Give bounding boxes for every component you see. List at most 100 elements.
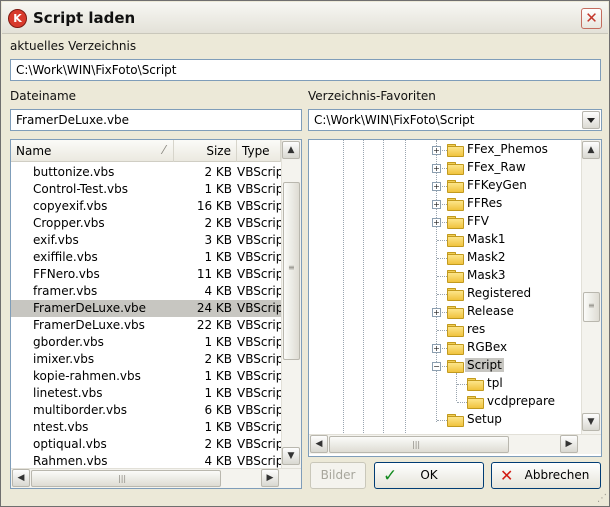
scroll-left-button[interactable]: ◀: [12, 469, 30, 487]
current-dir-field[interactable]: C:\Work\WIN\FixFoto\Script: [10, 59, 601, 81]
tree-item[interactable]: + Release: [309, 303, 581, 321]
collapse-minus-icon[interactable]: −: [432, 362, 441, 371]
file-type-cell: VBScript: [237, 216, 281, 230]
grip-icon: ≡: [288, 263, 295, 272]
file-list-row[interactable]: FramerDeLuxe.vbe 24 KB VBScript: [11, 300, 281, 317]
column-header-name[interactable]: Name ⁄: [11, 140, 174, 162]
file-list-row[interactable]: buttonize.vbs 2 KB VBScript: [11, 164, 281, 181]
file-list-row[interactable]: imixer.vbs 2 KB VBScript: [11, 351, 281, 368]
file-list-row[interactable]: FFNero.vbs 11 KB VBScript: [11, 266, 281, 283]
file-list-row[interactable]: gborder.vbs 1 KB VBScript: [11, 334, 281, 351]
tree-item[interactable]: + RGBex: [309, 339, 581, 357]
tree-item-label: Script: [465, 358, 504, 372]
tree-item[interactable]: + FFV: [309, 213, 581, 231]
tree-item[interactable]: res: [309, 321, 581, 339]
tree-item[interactable]: Registered: [309, 285, 581, 303]
file-list-row[interactable]: linetest.vbs 1 KB VBScript: [11, 385, 281, 402]
file-list-row[interactable]: framer.vbs 4 KB VBScript: [11, 283, 281, 300]
file-name-cell: copyexif.vbs: [33, 199, 108, 213]
expand-plus-icon[interactable]: +: [432, 218, 441, 227]
file-type-cell: VBScript: [237, 403, 281, 417]
column-header-size[interactable]: Size: [174, 140, 237, 162]
file-type-cell: VBScript: [237, 369, 281, 383]
tree-connector-line: [457, 384, 467, 385]
file-list-vertical-scrollbar[interactable]: ▲ ≡ ▼: [281, 140, 301, 468]
resize-grip-icon[interactable]: ⋰: [597, 493, 607, 504]
file-list-row[interactable]: ntest.vbs 1 KB VBScript: [11, 419, 281, 436]
tree-item[interactable]: + FFKeyGen: [309, 177, 581, 195]
tree-item-label: FFex_Raw: [467, 160, 526, 174]
scroll-up-button[interactable]: ▲: [282, 141, 300, 159]
tree-item[interactable]: Mask3: [309, 267, 581, 285]
file-size-cell: 2 KB: [204, 437, 232, 451]
tree-connector-line: [457, 402, 467, 403]
file-size-cell: 1 KB: [204, 386, 232, 400]
file-name-cell: exif.vbs: [33, 233, 79, 247]
close-button[interactable]: ✕: [581, 8, 602, 29]
scroll-left-button[interactable]: ◀: [310, 435, 328, 453]
scroll-right-button[interactable]: ▶: [261, 469, 279, 487]
check-icon: ✓: [383, 466, 398, 486]
title-bar[interactable]: K Script laden ✕: [2, 2, 608, 34]
scroll-thumb-horizontal[interactable]: |||: [31, 470, 221, 487]
scroll-up-button[interactable]: ▲: [582, 141, 600, 159]
tree-item[interactable]: + FFRes: [309, 195, 581, 213]
file-size-cell: 2 KB: [204, 165, 232, 179]
scroll-down-button[interactable]: ▼: [282, 447, 300, 465]
file-list-row[interactable]: Control-Test.vbs 1 KB VBScript: [11, 181, 281, 198]
tree-item-label: res: [467, 322, 486, 336]
tree-item[interactable]: tpl: [309, 375, 581, 393]
scroll-down-button[interactable]: ▼: [582, 413, 600, 431]
expand-plus-icon[interactable]: +: [432, 344, 441, 353]
scroll-thumb[interactable]: ≡: [583, 292, 600, 322]
filename-input[interactable]: FramerDeLuxe.vbe: [10, 109, 302, 131]
file-list-row[interactable]: Rahmen.vbs 4 KB VBScript: [11, 453, 281, 469]
expand-plus-icon[interactable]: +: [432, 182, 441, 191]
tree-item[interactable]: Mask2: [309, 249, 581, 267]
file-name-cell: Rahmen.vbs: [33, 454, 108, 468]
tree-item[interactable]: Mask1: [309, 231, 581, 249]
ok-button[interactable]: ✓ OK: [374, 462, 484, 489]
expand-plus-icon[interactable]: +: [432, 308, 441, 317]
scroll-thumb-horizontal[interactable]: |||: [329, 436, 509, 453]
file-list-row[interactable]: multiborder.vbs 6 KB VBScript: [11, 402, 281, 419]
file-name-cell: FramerDeLuxe.vbe: [33, 301, 147, 315]
tree-item[interactable]: vcdprepare: [309, 393, 581, 411]
folder-icon: [447, 360, 464, 373]
folder-tree[interactable]: + FFex_Phemos + FFex_Raw + FFKeyGen + FFRes + FFV…: [308, 139, 602, 457]
favorites-dropdown[interactable]: C:\Work\WIN\FixFoto\Script: [308, 109, 602, 131]
file-list-row[interactable]: FramerDeLuxe.vbs 22 KB VBScript: [11, 317, 281, 334]
file-type-cell: VBScript: [237, 318, 281, 332]
tree-connector-line: [437, 276, 447, 277]
folder-tree-vertical-scrollbar[interactable]: ▲ ≡ ▼: [581, 140, 601, 434]
tree-item[interactable]: Setup: [309, 411, 581, 429]
file-size-cell: 1 KB: [204, 420, 232, 434]
file-list-horizontal-scrollbar[interactable]: ◀ ||| ▶: [11, 468, 301, 488]
expand-plus-icon[interactable]: +: [432, 164, 441, 173]
file-list-row[interactable]: Cropper.vbs 2 KB VBScript: [11, 215, 281, 232]
scroll-thumb[interactable]: ≡: [283, 182, 300, 360]
tree-item[interactable]: + FFex_Phemos: [309, 141, 581, 159]
file-list-row[interactable]: exiffile.vbs 1 KB VBScript: [11, 249, 281, 266]
folder-icon: [447, 180, 464, 193]
chevron-down-icon[interactable]: [582, 111, 600, 129]
file-list-row[interactable]: kopie-rahmen.vbs 1 KB VBScript: [11, 368, 281, 385]
expand-plus-icon[interactable]: +: [432, 146, 441, 155]
file-list[interactable]: Name ⁄ Size Type buttonize.vbs 2 KB VBScri…: [10, 139, 302, 489]
tree-item-label: Release: [467, 304, 514, 318]
file-list-row[interactable]: optiqual.vbs 2 KB VBScript: [11, 436, 281, 453]
scroll-right-button[interactable]: ▶: [560, 435, 578, 453]
file-size-cell: 16 KB: [196, 199, 232, 213]
tree-item[interactable]: − Script: [309, 357, 581, 375]
tree-item-label: Mask3: [467, 268, 506, 282]
expand-plus-icon[interactable]: +: [432, 200, 441, 209]
grip-icon: |||: [118, 474, 127, 483]
cancel-button[interactable]: ✕ Abbrechen: [491, 462, 601, 489]
file-type-cell: VBScript: [237, 199, 281, 213]
column-header-type[interactable]: Type: [237, 140, 281, 162]
file-list-row[interactable]: copyexif.vbs 16 KB VBScript: [11, 198, 281, 215]
bilder-button[interactable]: Bilder: [310, 462, 366, 489]
tree-item[interactable]: + FFex_Raw: [309, 159, 581, 177]
folder-tree-horizontal-scrollbar[interactable]: ◀ ||| ▶: [309, 434, 601, 454]
file-list-row[interactable]: exif.vbs 3 KB VBScript: [11, 232, 281, 249]
